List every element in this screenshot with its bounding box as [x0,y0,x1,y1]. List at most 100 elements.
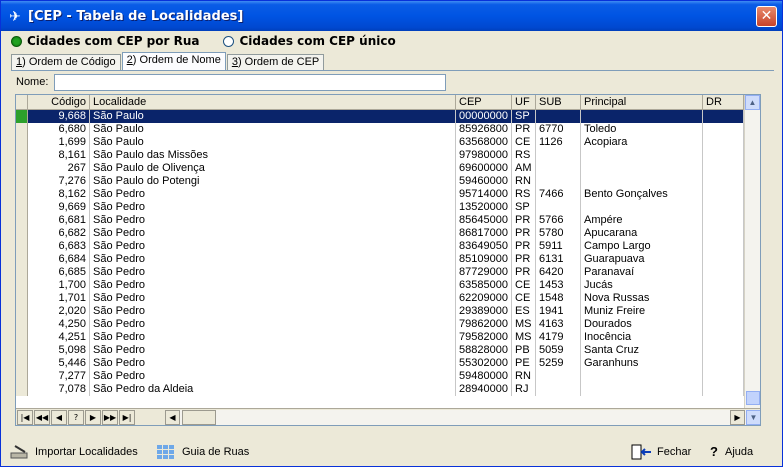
cell-uf[interactable]: SP [512,201,536,214]
cell-dr[interactable] [703,253,744,266]
cell-codigo[interactable]: 8,162 [28,188,90,201]
scroll-left-icon[interactable]: ◀ [165,410,180,425]
header-cep[interactable]: CEP [456,95,512,110]
cell-sub[interactable] [536,175,581,188]
table-row[interactable]: 6,685 São Pedro 87729000 PR 6420 Paranavaí [16,266,744,279]
cell-sub[interactable] [536,149,581,162]
cell-principal[interactable]: Inocência [581,331,703,344]
cell-codigo[interactable]: 9,668 [28,110,90,123]
row-indicator[interactable] [16,292,28,305]
cell-cep[interactable]: 86817000 [456,227,512,240]
header-codigo[interactable]: Código [28,95,90,110]
row-indicator[interactable] [16,136,28,149]
cell-sub[interactable]: 5911 [536,240,581,253]
cell-cep[interactable]: 79862000 [456,318,512,331]
vertical-scrollbar[interactable]: ▲ [744,95,760,410]
cell-principal[interactable] [581,175,703,188]
table-row[interactable]: 4,250 São Pedro 79862000 MS 4163 Dourados [16,318,744,331]
cell-localidade[interactable]: São Pedro [90,305,456,318]
cell-uf[interactable]: MS [512,331,536,344]
nav-prior-page-icon[interactable]: ◀◀ [34,409,50,425]
nav-search-icon[interactable]: ? [68,409,84,425]
table-row[interactable]: 4,251 São Pedro 79582000 MS 4179 Inocência [16,331,744,344]
table-row[interactable]: 6,684 São Pedro 85109000 PR 6131 Guarapuava [16,253,744,266]
cell-localidade[interactable]: São Pedro [90,279,456,292]
nav-first-icon[interactable]: |◀ [17,409,33,425]
cell-cep[interactable]: 29389000 [456,305,512,318]
cell-sub[interactable]: 4163 [536,318,581,331]
cell-cep[interactable]: 69600000 [456,162,512,175]
vertical-scroll-thumb[interactable] [746,391,760,405]
cell-sub[interactable]: 5780 [536,227,581,240]
title-bar[interactable]: ✈ [CEP - Tabela de Localidades] ✕ [1,1,782,31]
cell-uf[interactable]: PE [512,357,536,370]
cell-uf[interactable]: RJ [512,383,536,396]
cell-localidade[interactable]: São Pedro [90,292,456,305]
header-localidade[interactable]: Localidade [90,95,456,110]
cell-uf[interactable]: RS [512,149,536,162]
streets-guide-button[interactable]: Guia de Ruas [156,443,249,461]
cell-dr[interactable] [703,201,744,214]
cell-sub[interactable]: 1548 [536,292,581,305]
cell-principal[interactable] [581,162,703,175]
cell-sub[interactable]: 5059 [536,344,581,357]
cell-localidade[interactable]: São Pedro [90,240,456,253]
cell-cep[interactable]: 00000000 [456,110,512,123]
table-row[interactable]: 5,446 São Pedro 55302000 PE 5259 Garanhuns [16,357,744,370]
row-indicator[interactable] [16,344,28,357]
close-window-button[interactable]: ✕ [756,6,777,27]
row-indicator[interactable] [16,331,28,344]
cell-principal[interactable]: Santa Cruz [581,344,703,357]
tab-ordem-cep[interactable]: 3) Ordem de CEP [226,54,325,71]
cell-cep[interactable]: 87729000 [456,266,512,279]
table-row[interactable]: 6,681 São Pedro 85645000 PR 5766 Ampére [16,214,744,227]
row-indicator[interactable] [16,162,28,175]
cell-dr[interactable] [703,331,744,344]
cell-codigo[interactable]: 6,680 [28,123,90,136]
cell-sub[interactable]: 6770 [536,123,581,136]
cell-dr[interactable] [703,344,744,357]
nome-search-input[interactable] [54,74,446,91]
localidades-grid[interactable]: Código Localidade CEP UF SUB Principal D… [15,94,761,426]
header-dr[interactable]: DR [703,95,744,110]
row-indicator[interactable] [16,266,28,279]
table-row[interactable]: 7,078 São Pedro da Aldeia 28940000 RJ [16,383,744,396]
cell-dr[interactable] [703,188,744,201]
row-indicator[interactable] [16,357,28,370]
cell-codigo[interactable]: 6,684 [28,253,90,266]
cell-cep[interactable]: 63568000 [456,136,512,149]
cell-dr[interactable] [703,240,744,253]
table-row[interactable]: 6,682 São Pedro 86817000 PR 5780 Apucarana [16,227,744,240]
cell-principal[interactable]: Muniz Freire [581,305,703,318]
cell-codigo[interactable]: 6,685 [28,266,90,279]
cell-localidade[interactable]: São Pedro [90,188,456,201]
cell-principal[interactable]: Bento Gonçalves [581,188,703,201]
cell-dr[interactable] [703,370,744,383]
scroll-up-icon[interactable]: ▲ [745,95,760,110]
cell-sub[interactable]: 6420 [536,266,581,279]
cell-codigo[interactable]: 4,251 [28,331,90,344]
cell-localidade[interactable]: São Paulo do Potengi [90,175,456,188]
cell-sub[interactable] [536,162,581,175]
header-principal[interactable]: Principal [581,95,703,110]
cell-codigo[interactable]: 7,277 [28,370,90,383]
cell-localidade[interactable]: São Pedro [90,357,456,370]
cell-cep[interactable]: 97980000 [456,149,512,162]
row-indicator[interactable] [16,123,28,136]
nav-next-icon[interactable]: ▶ [85,409,101,425]
cell-dr[interactable] [703,266,744,279]
cell-cep[interactable]: 59460000 [456,175,512,188]
cell-codigo[interactable]: 5,098 [28,344,90,357]
cell-codigo[interactable]: 2,020 [28,305,90,318]
cell-principal[interactable]: Apucarana [581,227,703,240]
header-sub[interactable]: SUB [536,95,581,110]
cell-codigo[interactable]: 1,699 [28,136,90,149]
table-row[interactable]: 9,668 São Paulo 00000000 SP [16,110,744,123]
cell-cep[interactable]: 55302000 [456,357,512,370]
table-row[interactable]: 8,161 São Paulo das Missões 97980000 RS [16,149,744,162]
cell-principal[interactable] [581,201,703,214]
cell-codigo[interactable]: 1,700 [28,279,90,292]
cell-localidade[interactable]: São Paulo de Olivença [90,162,456,175]
cell-uf[interactable]: RN [512,175,536,188]
cell-principal[interactable]: Acopiara [581,136,703,149]
